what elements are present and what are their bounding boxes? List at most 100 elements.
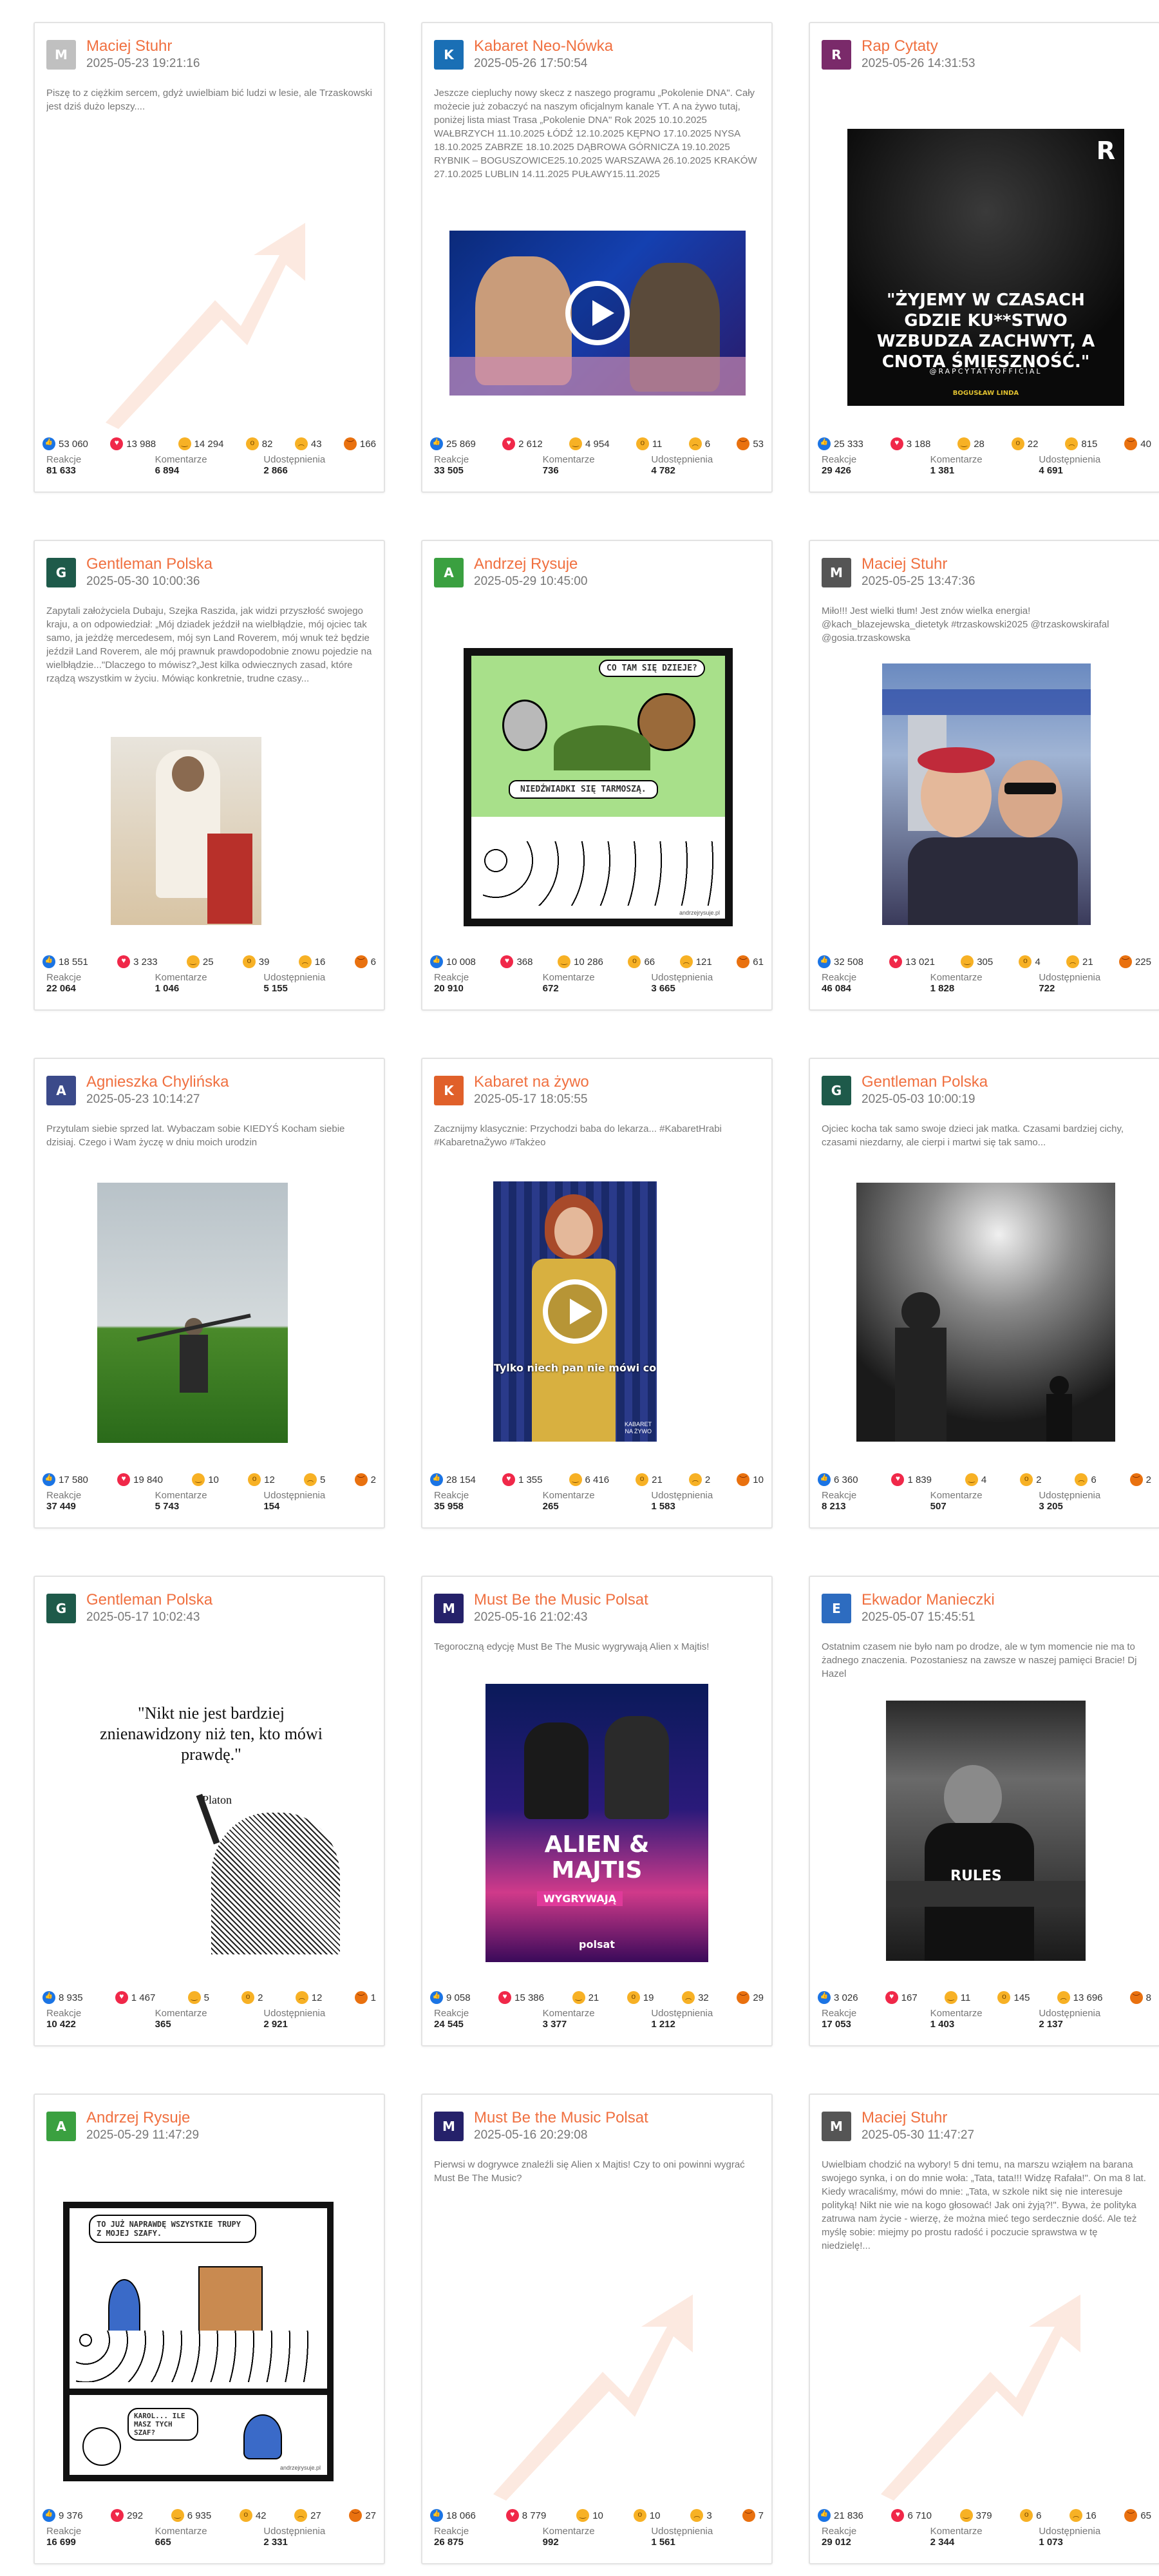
reaction-angry-count: 2 (1145, 1474, 1151, 1485)
play-icon[interactable] (543, 1279, 607, 1344)
post-media[interactable]: RULES (886, 1701, 1086, 1961)
avatar[interactable]: E (822, 1594, 851, 1623)
reaction-sad: 6 (1075, 1471, 1097, 1489)
play-icon[interactable] (565, 281, 630, 345)
author-name[interactable]: Gentleman Polska (862, 1073, 988, 1091)
reaction-angry: 166 (343, 435, 376, 453)
author-name[interactable]: Kabaret na żywo (474, 1073, 589, 1091)
stat-shares-value: 722 (1039, 983, 1055, 994)
post-card[interactable]: M Maciej Stuhr 2025-05-23 19:21:16 Piszę to… (33, 22, 385, 493)
author-name[interactable]: Must Be the Music Polsat (474, 1591, 648, 1609)
author-name[interactable]: Gentleman Polska (86, 1591, 212, 1609)
post-media[interactable] (449, 231, 746, 396)
post-card[interactable]: K Kabaret Neo-Nówka 2025-05-26 17:50:54 Jes… (421, 22, 773, 493)
reaction-wow: 19 (627, 1989, 654, 2007)
post-card[interactable]: A Agnieszka Chylińska 2025-05-23 10:14:27 P… (33, 1058, 385, 1529)
reaction-haha: 305 (961, 953, 993, 971)
love-icon (117, 1473, 131, 1486)
reaction-sad: 32 (682, 1989, 709, 2007)
post-date: 2025-05-29 11:47:29 (86, 2128, 200, 2142)
reaction-sad-count: 2 (704, 1474, 711, 1485)
reaction-love: 19 840 (117, 1471, 163, 1489)
post-card[interactable]: M Must Be the Music Polsat 2025-05-16 21:0… (421, 1576, 773, 2046)
avatar[interactable]: A (46, 1076, 76, 1105)
avatar[interactable]: A (46, 2112, 76, 2141)
reaction-angry: 65 (1124, 2506, 1151, 2524)
post-card[interactable]: M Maciej Stuhr 2025-05-30 11:47:27 Uwielbia… (809, 2094, 1159, 2564)
avatar[interactable]: R (822, 40, 851, 70)
reaction-wow-count: 19 (643, 1992, 654, 2003)
post-media[interactable] (111, 737, 261, 925)
stat-reactions-value: 33 505 (434, 465, 464, 476)
author-name[interactable]: Must Be the Music Polsat (474, 2109, 648, 2127)
post-card[interactable]: R Rap Cytaty 2025-05-26 14:31:53 R "ŻYJEMY W… (809, 22, 1159, 493)
stat-shares: Udostępnienia 4 782 (651, 454, 760, 481)
avatar[interactable]: M (434, 1594, 464, 1623)
avatar[interactable]: M (434, 2112, 464, 2141)
post-media[interactable]: R "ŻYJEMY W CZASACH GDZIE KU**STWO WZBUDZ… (847, 129, 1124, 406)
post-card[interactable]: M Must Be the Music Polsat 2025-05-16 20:2… (421, 2094, 773, 2564)
angry-icon (737, 1991, 750, 2004)
avatar[interactable]: K (434, 1076, 464, 1105)
reaction-counts: 6 360 1 839 4 2 6 2 (818, 1471, 1151, 1489)
author-name[interactable]: Agnieszka Chylińska (86, 1073, 229, 1091)
post-media[interactable] (97, 1183, 288, 1443)
author-name[interactable]: Rap Cytaty (862, 37, 938, 55)
post-date: 2025-05-23 10:14:27 (86, 1092, 200, 1106)
reaction-haha-count: 10 (208, 1474, 219, 1485)
stat-shares: Udostępnienia 1 212 (651, 2008, 760, 2035)
author-name[interactable]: Kabaret Neo-Nówka (474, 37, 613, 55)
post-media[interactable] (856, 1183, 1115, 1442)
author-name[interactable]: Maciej Stuhr (862, 2109, 947, 2127)
avatar[interactable]: K (434, 40, 464, 70)
avatar[interactable]: G (46, 1594, 76, 1623)
post-media[interactable]: "Nikt nie jest bardziej znienawidzony ni… (70, 1697, 353, 1954)
love-icon (505, 2509, 519, 2522)
post-card[interactable]: K Kabaret na żywo 2025-05-17 18:05:55 Zaczn… (421, 1058, 773, 1529)
avatar[interactable]: G (822, 1076, 851, 1105)
post-card[interactable]: A Andrzej Rysuje 2025-05-29 11:47:29 TO JUŻ… (33, 2094, 385, 2564)
stat-reactions: Reakcje 24 545 (434, 2008, 543, 2035)
haha-icon (569, 437, 582, 450)
reaction-love-count: 3 188 (906, 438, 931, 450)
post-card[interactable]: M Maciej Stuhr 2025-05-25 13:47:36 Miło!!! … (809, 540, 1159, 1011)
avatar[interactable]: M (822, 558, 851, 587)
author-name[interactable]: Andrzej Rysuje (86, 2109, 190, 2127)
avatar[interactable]: A (434, 558, 464, 587)
post-card[interactable]: G Gentleman Polska 2025-05-03 10:00:19 Ojci… (809, 1058, 1159, 1529)
avatar-initial: M (830, 2119, 843, 2134)
reaction-haha: 4 954 (569, 435, 610, 453)
haha-icon (944, 1991, 957, 2004)
reaction-sad: 43 (294, 435, 322, 453)
reaction-counts: 18 066 8 779 10 10 3 7 (430, 2506, 764, 2524)
post-media[interactable]: Tylko niech pan nie mówi co KABARET NA ŻY… (493, 1181, 657, 1442)
post-card[interactable]: E Ekwador Manieczki 2025-05-07 15:45:51 Ost… (809, 1576, 1159, 2046)
stat-reactions: Reakcje 33 505 (434, 454, 543, 481)
post-card[interactable]: G Gentleman Polska 2025-05-30 10:00:36 Zapy… (33, 540, 385, 1011)
post-date: 2025-05-30 11:47:27 (862, 2128, 975, 2142)
reaction-angry-count: 225 (1135, 956, 1151, 968)
avatar[interactable]: M (46, 40, 76, 70)
reaction-haha-count: 4 (981, 1474, 987, 1485)
author-name[interactable]: Andrzej Rysuje (474, 555, 578, 573)
author-name[interactable]: Gentleman Polska (86, 555, 212, 573)
avatar[interactable]: M (822, 2112, 851, 2141)
author-name[interactable]: Maciej Stuhr (86, 37, 172, 55)
post-media[interactable]: CO TAM SIĘ DZIEJE? NIEDŹWIADKI SIĘ TARMOS… (464, 648, 733, 926)
post-card[interactable]: G Gentleman Polska 2025-05-17 10:02:43 "Nik… (33, 1576, 385, 2046)
reaction-like: 53 060 (42, 435, 88, 453)
post-card[interactable]: A Andrzej Rysuje 2025-05-29 10:45:00 CO TAM… (421, 540, 773, 1011)
reaction-wow: 10 (633, 2506, 660, 2524)
stat-shares-value: 2 866 (263, 465, 288, 476)
author-name[interactable]: Ekwador Manieczki (862, 1591, 995, 1609)
post-media[interactable]: ALIEN & MAJTIS WYGRYWAJĄ polsat (485, 1684, 708, 1962)
avatar[interactable]: G (46, 558, 76, 587)
speech-bubble-2: KAROL... ILE MASZ TYCH SZAF? (127, 2408, 198, 2441)
sad-icon (304, 1473, 317, 1486)
reaction-sad: 21 (1066, 953, 1093, 971)
reaction-wow-count: 4 (1035, 956, 1041, 968)
author-name[interactable]: Maciej Stuhr (862, 555, 947, 573)
post-media[interactable]: TO JUŻ NAPRAWDĘ WSZYSTKIE TRUPY Z MOJEJ … (63, 2202, 334, 2481)
post-media[interactable] (882, 663, 1091, 925)
stat-reactions-label: Reakcje (822, 454, 857, 465)
